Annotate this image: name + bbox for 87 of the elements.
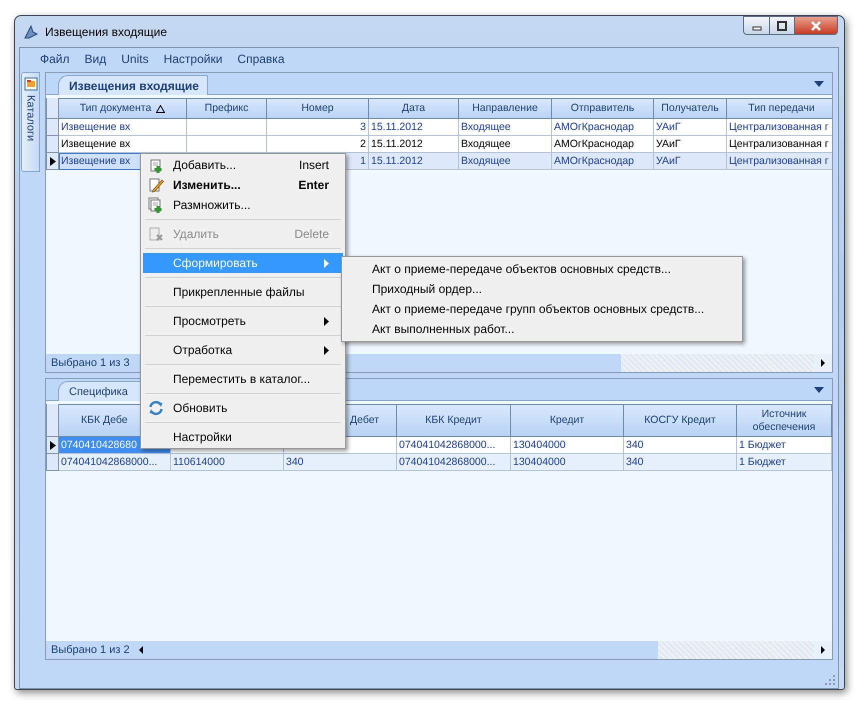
panel-tab[interactable]: Извещения входящие: [58, 75, 208, 95]
menu-item[interactable]: Настройки: [158, 52, 232, 66]
table-cell: УАиГ: [654, 136, 727, 153]
table-cell: Входящее: [459, 119, 552, 136]
table-cell: 3: [267, 119, 369, 136]
menu-item[interactable]: Приходный ордер...: [342, 279, 742, 299]
column-header[interactable]: Префикс: [187, 98, 267, 119]
minimize-button[interactable]: [743, 16, 769, 35]
close-icon: [810, 20, 822, 30]
app-icon: [23, 24, 39, 40]
refresh-icon: [148, 400, 164, 416]
column-header[interactable]: Номер: [267, 98, 369, 119]
maximize-icon: [777, 20, 787, 30]
pencil-document-icon: [148, 177, 164, 193]
scrollbar-thumb[interactable]: [146, 641, 658, 659]
row-indicator[interactable]: [46, 153, 59, 170]
table-cell: Централизованная г: [727, 119, 832, 136]
column-header[interactable]: Кредит: [511, 404, 624, 438]
maximize-button[interactable]: [769, 16, 795, 35]
table-cell: 340: [624, 454, 737, 472]
table-cell: 15.11.2012: [369, 153, 459, 170]
table-cell: АМОгКраснодар: [552, 136, 654, 153]
submenu-arrow-icon: [324, 346, 329, 354]
column-header[interactable]: Направление: [459, 98, 552, 119]
column-header[interactable]: Тип передачи: [727, 98, 832, 119]
window-title: Извещения входящие: [45, 24, 168, 38]
table-cell: 110614000: [171, 454, 284, 472]
table-cell: Централизованная г: [727, 153, 832, 170]
menu-item[interactable]: Справка: [231, 52, 294, 66]
table-cell: Входящее: [459, 136, 552, 153]
table-cell: Входящее: [459, 153, 552, 170]
menu-item[interactable]: Акт выполненных работ...: [342, 319, 742, 339]
close-button[interactable]: [795, 16, 838, 35]
table-cell: 340: [624, 437, 737, 454]
menu-item[interactable]: Размножить...: [143, 195, 343, 215]
table-cell: 1 Бюджет: [737, 437, 832, 454]
column-header[interactable]: Отправитель: [552, 98, 654, 119]
current-row-icon: [50, 156, 56, 166]
menu-item[interactable]: Прикрепленные файлы: [143, 282, 343, 302]
table-cell: 340: [284, 454, 397, 472]
menu-item[interactable]: Вид: [78, 52, 116, 66]
copy-add-icon: [148, 197, 164, 213]
table-cell: 074041042868000...: [397, 437, 511, 454]
submenu-arrow-icon: [324, 258, 329, 268]
menu-item[interactable]: Units: [115, 52, 158, 66]
column-header[interactable]: Источник обеспечения: [737, 404, 832, 438]
menu-item[interactable]: Отработка: [143, 340, 343, 360]
menu-item[interactable]: Изменить... Enter: [143, 175, 343, 195]
submenu-arrow-icon: [324, 316, 329, 326]
table-cell: 130404000: [511, 437, 624, 454]
menu-item[interactable]: Файл: [34, 52, 79, 66]
row-indicator[interactable]: [46, 437, 59, 454]
table-cell: Извещение вх: [59, 136, 187, 153]
table-cell: Извещение вх: [59, 119, 187, 136]
column-header[interactable]: Получатель: [654, 98, 727, 119]
dropdown-arrow-icon[interactable]: [814, 387, 824, 394]
menu-item[interactable]: Просмотреть: [143, 311, 343, 331]
table-cell: 15.11.2012: [369, 119, 459, 136]
sort-ascending-icon: [156, 104, 166, 112]
table-cell: УАиГ: [654, 153, 727, 170]
table-cell: АМОгКраснодар: [552, 119, 654, 136]
column-header[interactable]: Дата: [369, 98, 459, 119]
scroll-right-icon[interactable]: [814, 641, 832, 659]
scroll-right-icon[interactable]: [814, 354, 832, 372]
table-cell: 15.11.2012: [369, 136, 459, 153]
selection-status: Выбрано 1 из 3: [46, 354, 136, 372]
menu-item[interactable]: Акт о приеме-передаче объектов основных средств...: [342, 259, 742, 279]
table-cell: 074041042868000...: [59, 454, 171, 472]
current-row-icon: [50, 440, 56, 450]
table-cell: 074041042868000...: [397, 454, 511, 472]
table-cell: 130404000: [511, 454, 624, 472]
dropdown-arrow-icon[interactable]: [814, 81, 824, 87]
menu-item[interactable]: Акт о приеме-передаче групп объектов основных средств...: [342, 299, 742, 319]
table-cell: Централизованная г: [727, 136, 832, 153]
table-cell: АМОгКраснодар: [552, 153, 654, 170]
catalog-icon: [24, 77, 38, 91]
column-header[interactable]: Тип документа: [59, 98, 187, 119]
table-cell: 1 Бюджет: [737, 454, 832, 472]
table-cell: 2: [267, 136, 369, 153]
table-cell: УАиГ: [654, 119, 727, 136]
column-header[interactable]: КОСГУ Кредит: [624, 404, 737, 438]
side-tab[interactable]: Каталоги: [21, 72, 40, 172]
resize-grip-icon[interactable]: [824, 674, 836, 686]
column-header[interactable]: КБК Кредит: [397, 404, 511, 438]
delete-document-icon: [148, 226, 164, 242]
selection-status: Выбрано 1 из 2: [46, 641, 136, 659]
add-document-icon: [148, 157, 164, 173]
